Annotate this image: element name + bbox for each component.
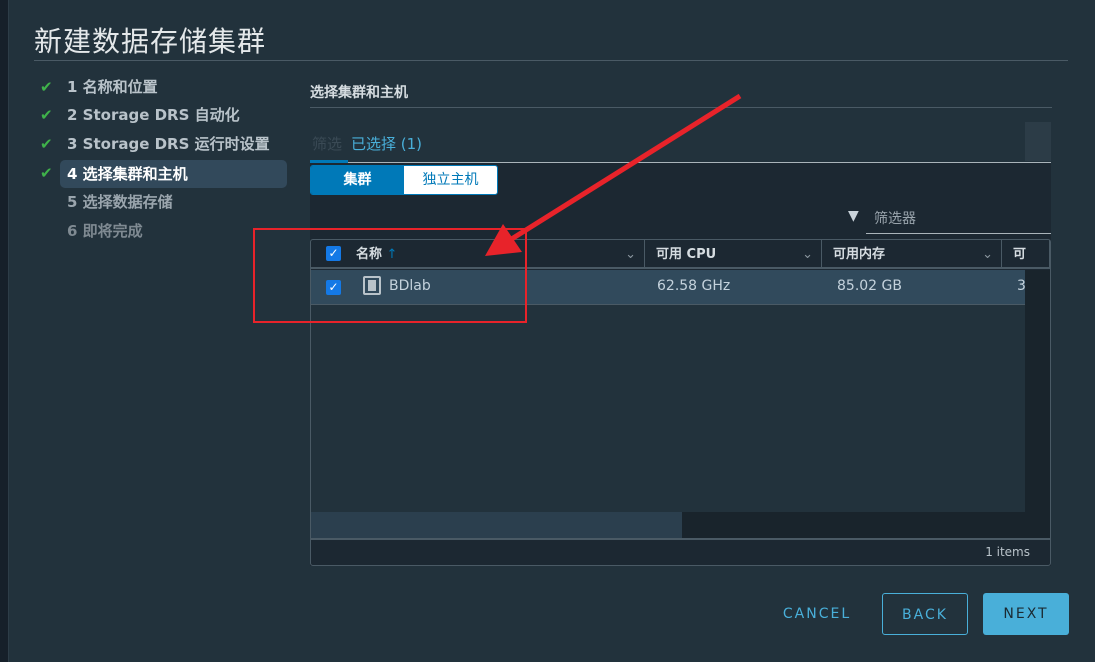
annotation-arrow <box>485 93 742 256</box>
